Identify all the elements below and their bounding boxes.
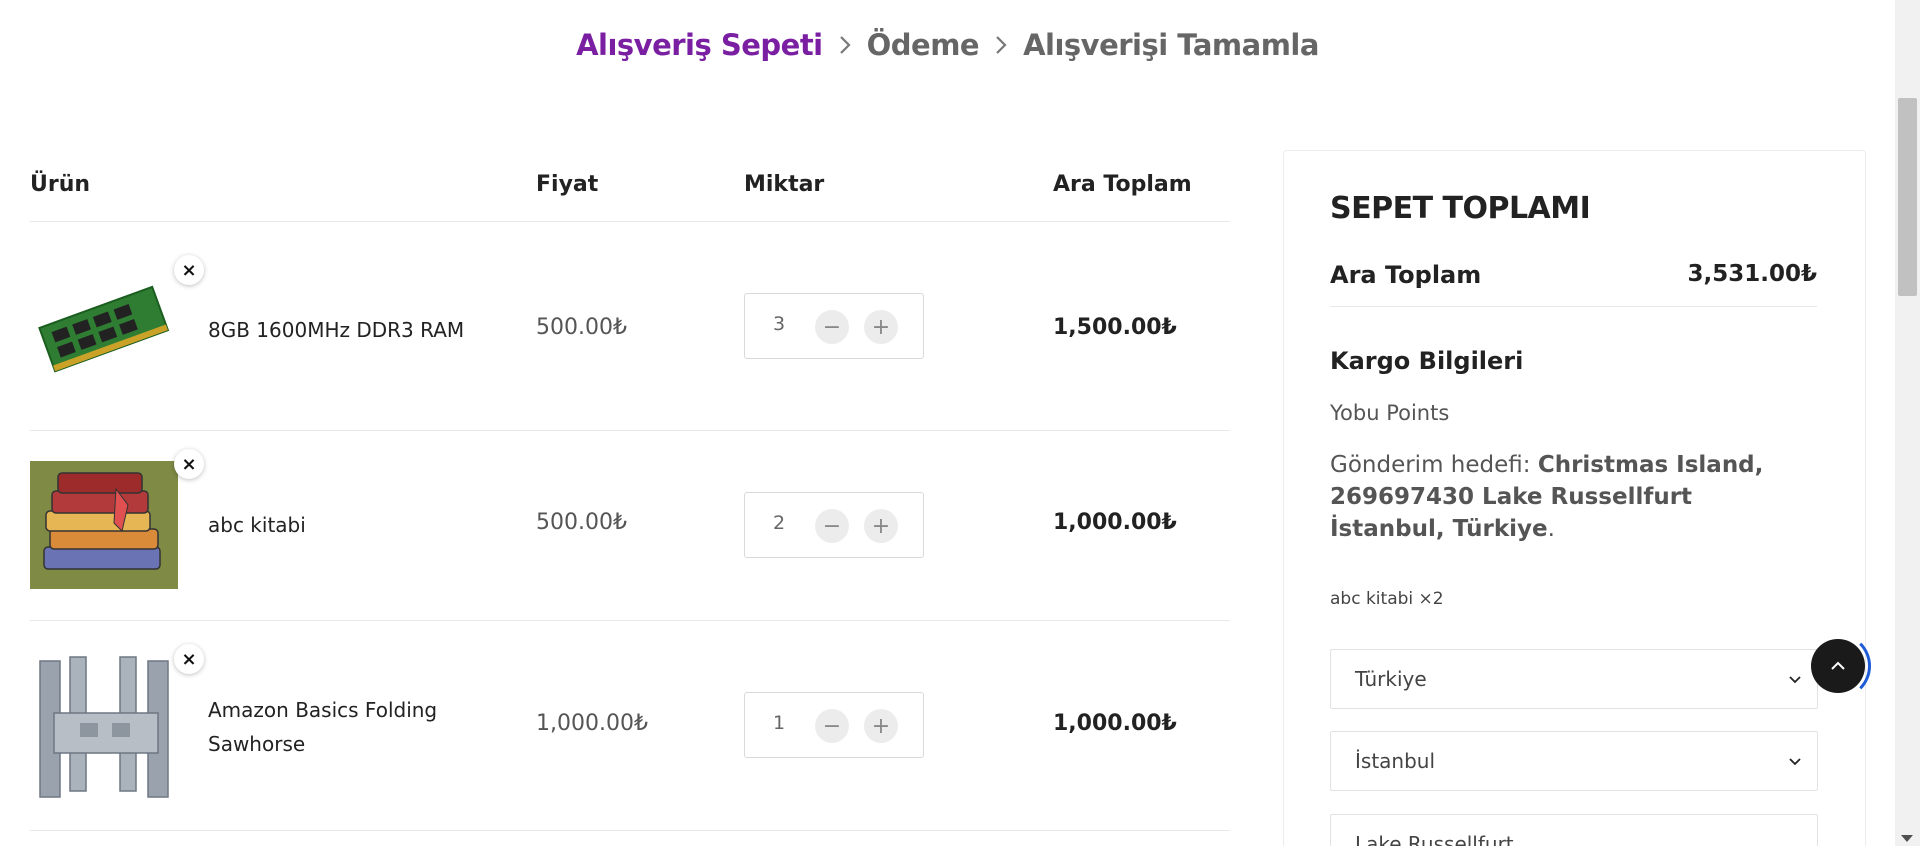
- cart-row: × abc kitabi 500.00₺ 2 − + 1,000.00₺: [30, 431, 1230, 621]
- street-value: Lake Russellfurt: [1355, 832, 1514, 846]
- increase-quantity-button[interactable]: +: [864, 509, 898, 543]
- quantity-input[interactable]: 3: [769, 313, 789, 335]
- quantity-stepper[interactable]: 3 − +: [744, 293, 924, 359]
- product-name[interactable]: 8GB 1600MHz DDR3 RAM: [208, 313, 464, 347]
- back-to-top-button[interactable]: [1811, 639, 1865, 693]
- country-select[interactable]: Türkiye: [1330, 649, 1818, 709]
- cart-totals-panel: SEPET TOPLAMI Ara Toplam 3,531.00₺ Kargo…: [1283, 150, 1866, 846]
- close-icon: ×: [181, 648, 197, 670]
- cart-row: × Amazon Basics Folding Sawhorse 1,000.0…: [30, 621, 1230, 831]
- cart-totals-title: SEPET TOPLAMI: [1330, 191, 1591, 226]
- plus-icon: +: [871, 513, 891, 539]
- close-icon: ×: [181, 453, 197, 475]
- page-scrollbar[interactable]: [1895, 0, 1920, 846]
- plus-icon: +: [871, 314, 891, 340]
- product-price: 1,000.00₺: [536, 711, 648, 736]
- shipping-destination: Gönderim hedefi: Christmas Island, 26969…: [1330, 449, 1770, 545]
- line-subtotal: 1,000.00₺: [1053, 711, 1177, 736]
- minus-icon: −: [822, 713, 842, 739]
- decrease-quantity-button[interactable]: −: [815, 509, 849, 543]
- ram-module-image[interactable]: [30, 256, 178, 404]
- subtotal-row: Ara Toplam 3,531.00₺: [1330, 257, 1817, 307]
- chevron-down-icon: [1789, 676, 1801, 684]
- cart-table-header: Ürün Fiyat Miktar Ara Toplam: [30, 150, 1230, 222]
- scrollbar-thumb[interactable]: [1898, 98, 1917, 296]
- product-price: 500.00₺: [536, 510, 627, 535]
- chevron-right-icon: [823, 34, 867, 56]
- close-icon: ×: [181, 259, 197, 281]
- quantity-stepper[interactable]: 2 − +: [744, 492, 924, 558]
- shipping-items: abc kitabi ×2: [1330, 589, 1444, 609]
- books-stack-image[interactable]: [30, 461, 178, 589]
- city-select[interactable]: İstanbul: [1330, 731, 1818, 791]
- cart-row: [30, 831, 1230, 846]
- increase-quantity-button[interactable]: +: [864, 709, 898, 743]
- product-name[interactable]: abc kitabi: [208, 508, 306, 542]
- step-cart[interactable]: Alışveriş Sepeti: [576, 28, 823, 62]
- header-price: Fiyat: [536, 172, 599, 197]
- quantity-input[interactable]: 1: [769, 712, 789, 734]
- checkout-steps: Alışveriş Sepeti Ödeme Alışverişi Tamaml…: [0, 28, 1895, 62]
- product-name[interactable]: Amazon Basics Folding Sawhorse: [208, 693, 437, 761]
- chevron-right-icon: [979, 34, 1023, 56]
- step-complete[interactable]: Alışverişi Tamamla: [1023, 28, 1319, 62]
- header-product: Ürün: [30, 172, 91, 197]
- plus-icon: +: [871, 713, 891, 739]
- remove-item-button[interactable]: ×: [174, 255, 204, 285]
- header-quantity: Miktar: [744, 172, 825, 197]
- product-name-line: Amazon Basics Folding: [208, 698, 438, 722]
- shipping-method: Yobu Points: [1330, 401, 1450, 425]
- city-value: İstanbul: [1355, 749, 1436, 773]
- chevron-down-icon: [1789, 758, 1801, 766]
- product-price: 500.00₺: [536, 315, 627, 340]
- chevron-up-icon: [1831, 661, 1845, 670]
- subtotal-label: Ara Toplam: [1330, 261, 1482, 289]
- street-input[interactable]: Lake Russellfurt: [1330, 814, 1818, 846]
- minus-icon: −: [822, 513, 842, 539]
- minus-icon: −: [822, 314, 842, 340]
- country-value: Türkiye: [1355, 667, 1427, 691]
- remove-item-button[interactable]: ×: [174, 644, 204, 674]
- destination-prefix: Gönderim hedefi:: [1330, 452, 1538, 478]
- product-name-line: Sawhorse: [208, 732, 306, 756]
- header-subtotal: Ara Toplam: [1053, 172, 1192, 197]
- step-checkout[interactable]: Ödeme: [867, 28, 980, 62]
- remove-item-button[interactable]: ×: [174, 449, 204, 479]
- decrease-quantity-button[interactable]: −: [815, 310, 849, 344]
- quantity-stepper[interactable]: 1 − +: [744, 692, 924, 758]
- destination-suffix: .: [1547, 516, 1555, 542]
- cart-row: × 8GB 1600MHz DDR3 RAM 500.00₺ 3 − + 1,5…: [30, 222, 1230, 431]
- increase-quantity-button[interactable]: +: [864, 310, 898, 344]
- sawhorse-image[interactable]: [30, 651, 178, 799]
- decrease-quantity-button[interactable]: −: [815, 709, 849, 743]
- subtotal-value: 3,531.00₺: [1687, 261, 1818, 287]
- cart-table: Ürün Fiyat Miktar Ara Toplam × 8GB 1600M…: [30, 150, 1230, 846]
- line-subtotal: 1,500.00₺: [1053, 315, 1177, 340]
- scroll-down-arrow-icon[interactable]: [1901, 835, 1913, 842]
- line-subtotal: 1,000.00₺: [1053, 510, 1177, 535]
- shipping-title: Kargo Bilgileri: [1330, 347, 1524, 375]
- quantity-input[interactable]: 2: [769, 512, 789, 534]
